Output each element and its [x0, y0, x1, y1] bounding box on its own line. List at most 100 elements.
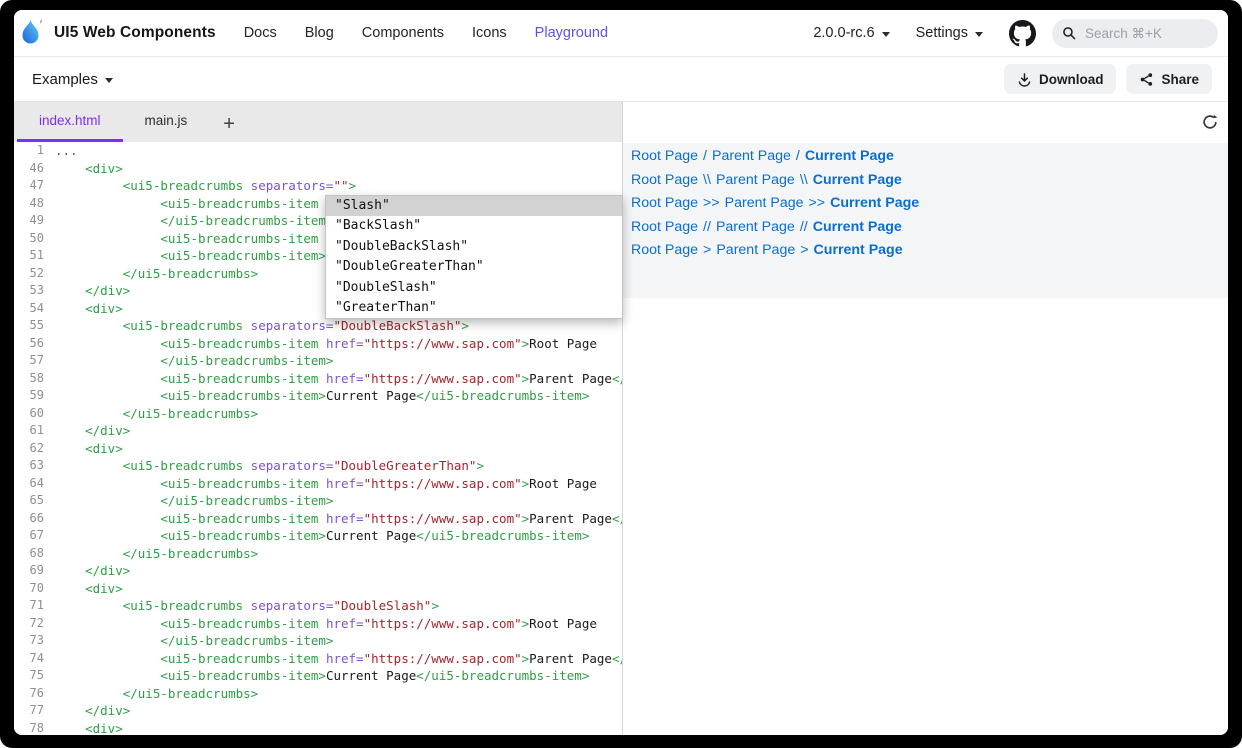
breadcrumb: Root Page>Parent Page>Current Page — [631, 239, 1220, 263]
code-line[interactable]: 77 </div> — [14, 702, 622, 720]
breadcrumb-link[interactable]: Root Page — [631, 219, 698, 235]
code-line-text: </ui5-breadcrumbs> — [55, 405, 258, 423]
share-label: Share — [1161, 72, 1199, 87]
line-number: 60 — [14, 405, 44, 423]
line-number: 50 — [14, 230, 44, 248]
tab-index.html[interactable]: index.html — [17, 102, 123, 142]
nav-item-components[interactable]: Components — [362, 25, 444, 41]
code-line[interactable]: 62 <div> — [14, 440, 622, 458]
code-line[interactable]: 63 <ui5-breadcrumbs separators="DoubleGr… — [14, 457, 622, 475]
line-number: 63 — [14, 457, 44, 475]
line-number: 55 — [14, 317, 44, 335]
code-line[interactable]: 61 </div> — [14, 422, 622, 440]
download-button[interactable]: Download — [1004, 64, 1117, 94]
code-line-text: <div> — [55, 300, 123, 318]
brand-title[interactable]: UI5 Web Components — [54, 24, 216, 42]
breadcrumb-separator: >> — [698, 195, 725, 211]
code-line[interactable]: 78 <div> — [14, 720, 622, 736]
breadcrumb-current: Current Page — [814, 242, 903, 258]
line-number: 48 — [14, 195, 44, 213]
settings-dropdown[interactable]: Settings — [916, 25, 983, 41]
nav-item-blog[interactable]: Blog — [305, 25, 334, 41]
nav-item-docs[interactable]: Docs — [244, 25, 277, 41]
line-number: 52 — [14, 265, 44, 283]
breadcrumb-link[interactable]: Parent Page — [712, 148, 791, 164]
code-line[interactable]: 68 </ui5-breadcrumbs> — [14, 545, 622, 563]
breadcrumb: Root Page>>Parent Page>>Current Page — [631, 192, 1220, 216]
breadcrumb-link[interactable]: Root Page — [631, 195, 698, 211]
version-dropdown[interactable]: 2.0.0-rc.6 — [813, 25, 889, 41]
line-number: 46 — [14, 160, 44, 178]
chevron-down-icon — [882, 32, 890, 37]
dropdown-option[interactable]: "BackSlash" — [326, 216, 622, 236]
breadcrumb-separator: \\ — [795, 172, 813, 188]
dropdown-option[interactable]: "DoubleSlash" — [326, 278, 622, 298]
code-line[interactable]: 64 <ui5-breadcrumbs-item href="https://w… — [14, 475, 622, 493]
breadcrumb-link[interactable]: Parent Page — [716, 172, 795, 188]
code-line[interactable]: 76 </ui5-breadcrumbs> — [14, 685, 622, 703]
toolbar-actions: Download Share — [1004, 64, 1212, 94]
code-line[interactable]: 74 <ui5-breadcrumbs-item href="https://w… — [14, 650, 622, 668]
code-line[interactable]: 1... — [14, 142, 622, 160]
code-line[interactable]: 65 </ui5-breadcrumbs-item> — [14, 492, 622, 510]
code-line[interactable]: 47 <ui5-breadcrumbs separators=""> — [14, 177, 622, 195]
nav-item-playground[interactable]: Playground — [535, 25, 608, 41]
breadcrumb-separator: > — [795, 242, 813, 258]
code-line-text: </ui5-breadcrumbs-item> — [55, 352, 333, 370]
code-line-text: <ui5-breadcrumbs separators="DoubleSlash… — [55, 597, 439, 615]
tab-main.js[interactable]: main.js — [123, 102, 210, 142]
code-line[interactable]: 69 </div> — [14, 562, 622, 580]
search-box[interactable] — [1052, 19, 1218, 48]
code-line[interactable]: 55 <ui5-breadcrumbs separators="DoubleBa… — [14, 317, 622, 335]
code-line[interactable]: 73 </ui5-breadcrumbs-item> — [14, 632, 622, 650]
add-tab-button[interactable]: + — [223, 114, 235, 134]
code-line-text: <div> — [55, 160, 123, 178]
dropdown-option[interactable]: "DoubleBackSlash" — [326, 237, 622, 257]
breadcrumb-link[interactable]: Parent Page — [725, 195, 804, 211]
breadcrumb-separator: // — [795, 219, 813, 235]
app-window-frame: UI5 Web Components Docs Blog Components Ico… — [0, 0, 1242, 748]
code-line[interactable]: 56 <ui5-breadcrumbs-item href="https://w… — [14, 335, 622, 353]
code-line[interactable]: 58 <ui5-breadcrumbs-item href="https://w… — [14, 370, 622, 388]
breadcrumb-link[interactable]: Parent Page — [716, 242, 795, 258]
breadcrumb-link[interactable]: Parent Page — [716, 219, 795, 235]
github-icon[interactable] — [1009, 20, 1036, 47]
app-window: UI5 Web Components Docs Blog Components Ico… — [14, 10, 1228, 735]
line-number: 73 — [14, 632, 44, 650]
ui5-flame-logo-icon[interactable] — [19, 18, 45, 48]
chevron-down-icon — [105, 78, 113, 83]
breadcrumb-link[interactable]: Root Page — [631, 242, 698, 258]
line-number: 1 — [14, 142, 44, 160]
code-line[interactable]: 60 </ui5-breadcrumbs> — [14, 405, 622, 423]
chevron-down-icon — [975, 32, 983, 37]
breadcrumb-link[interactable]: Root Page — [631, 172, 698, 188]
code-line[interactable]: 66 <ui5-breadcrumbs-item href="https://w… — [14, 510, 622, 528]
share-button[interactable]: Share — [1126, 64, 1212, 94]
dropdown-option[interactable]: "GreaterThan" — [326, 298, 622, 318]
line-number: 47 — [14, 177, 44, 195]
version-label: 2.0.0-rc.6 — [813, 25, 874, 41]
code-line[interactable]: 59 <ui5-breadcrumbs-item>Current Page</u… — [14, 387, 622, 405]
breadcrumb-separator: >> — [804, 195, 831, 211]
breadcrumb: Root Page//Parent Page//Current Page — [631, 216, 1220, 240]
code-line[interactable]: 75 <ui5-breadcrumbs-item>Current Page</u… — [14, 667, 622, 685]
code-line[interactable]: 72 <ui5-breadcrumbs-item href="https://w… — [14, 615, 622, 633]
search-input[interactable] — [1083, 25, 1208, 42]
code-line[interactable]: 46 <div> — [14, 160, 622, 178]
refresh-icon[interactable] — [1201, 113, 1219, 131]
line-number: 53 — [14, 282, 44, 300]
code-line[interactable]: 57 </ui5-breadcrumbs-item> — [14, 352, 622, 370]
dropdown-option[interactable]: "Slash" — [326, 196, 622, 216]
code-line[interactable]: 70 <div> — [14, 580, 622, 598]
editor-tabbar: index.htmlmain.js + — [14, 102, 622, 142]
dropdown-option[interactable]: "DoubleGreaterThan" — [326, 257, 622, 277]
nav-item-icons[interactable]: Icons — [472, 25, 507, 41]
examples-dropdown[interactable]: Examples — [32, 71, 113, 88]
code-line[interactable]: 67 <ui5-breadcrumbs-item>Current Page</u… — [14, 527, 622, 545]
download-icon — [1017, 72, 1032, 87]
breadcrumb-link[interactable]: Root Page — [631, 148, 698, 164]
code-line-text: <ui5-breadcrumbs-item href="https://www.… — [55, 615, 597, 633]
breadcrumb-current: Current Page — [805, 148, 894, 164]
code-line[interactable]: 71 <ui5-breadcrumbs separators="DoubleSl… — [14, 597, 622, 615]
breadcrumb-separator: // — [698, 219, 716, 235]
